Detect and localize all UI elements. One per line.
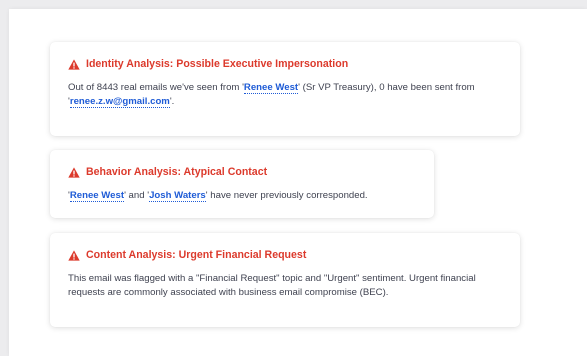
identity-text-1: Out of 8443 real emails we've seen from … [68, 82, 244, 93]
warning-triangle-icon [68, 166, 80, 178]
identity-analysis-title: Identity Analysis: Possible Executive Im… [68, 57, 502, 71]
identity-analysis-title-text: Identity Analysis: Possible Executive Im… [86, 58, 349, 70]
behavior-text-3: ' have never previously corresponded. [205, 190, 368, 201]
warning-triangle-icon [68, 58, 80, 70]
content-analysis-body: This email was flagged with a "Financial… [68, 273, 476, 298]
behavior-text-2: ' and ' [124, 190, 150, 201]
sender-name-link[interactable]: Renee West [69, 190, 125, 202]
recipient-name-link[interactable]: Josh Waters [149, 190, 206, 202]
warning-triangle-icon [68, 249, 80, 261]
content-analysis-card: Content Analysis: Urgent Financial Reque… [50, 233, 520, 327]
behavior-analysis-title-text: Behavior Analysis: Atypical Contact [86, 166, 268, 178]
sender-email-link[interactable]: renee.z.w@gmail.com [69, 96, 170, 108]
content-analysis-title-text: Content Analysis: Urgent Financial Reque… [86, 249, 307, 261]
identity-text-3: '. [169, 96, 175, 107]
behavior-analysis-body: 'Renee West' and 'Josh Waters' have neve… [68, 189, 416, 203]
content-analysis-title: Content Analysis: Urgent Financial Reque… [68, 248, 502, 262]
behavior-analysis-title: Behavior Analysis: Atypical Contact [68, 165, 416, 179]
behavior-analysis-card: Behavior Analysis: Atypical Contact 'Ren… [50, 150, 434, 218]
identity-analysis-card: Identity Analysis: Possible Executive Im… [50, 42, 520, 136]
sender-name-link[interactable]: Renee West [243, 82, 299, 94]
identity-analysis-body: Out of 8443 real emails we've seen from … [68, 81, 502, 109]
